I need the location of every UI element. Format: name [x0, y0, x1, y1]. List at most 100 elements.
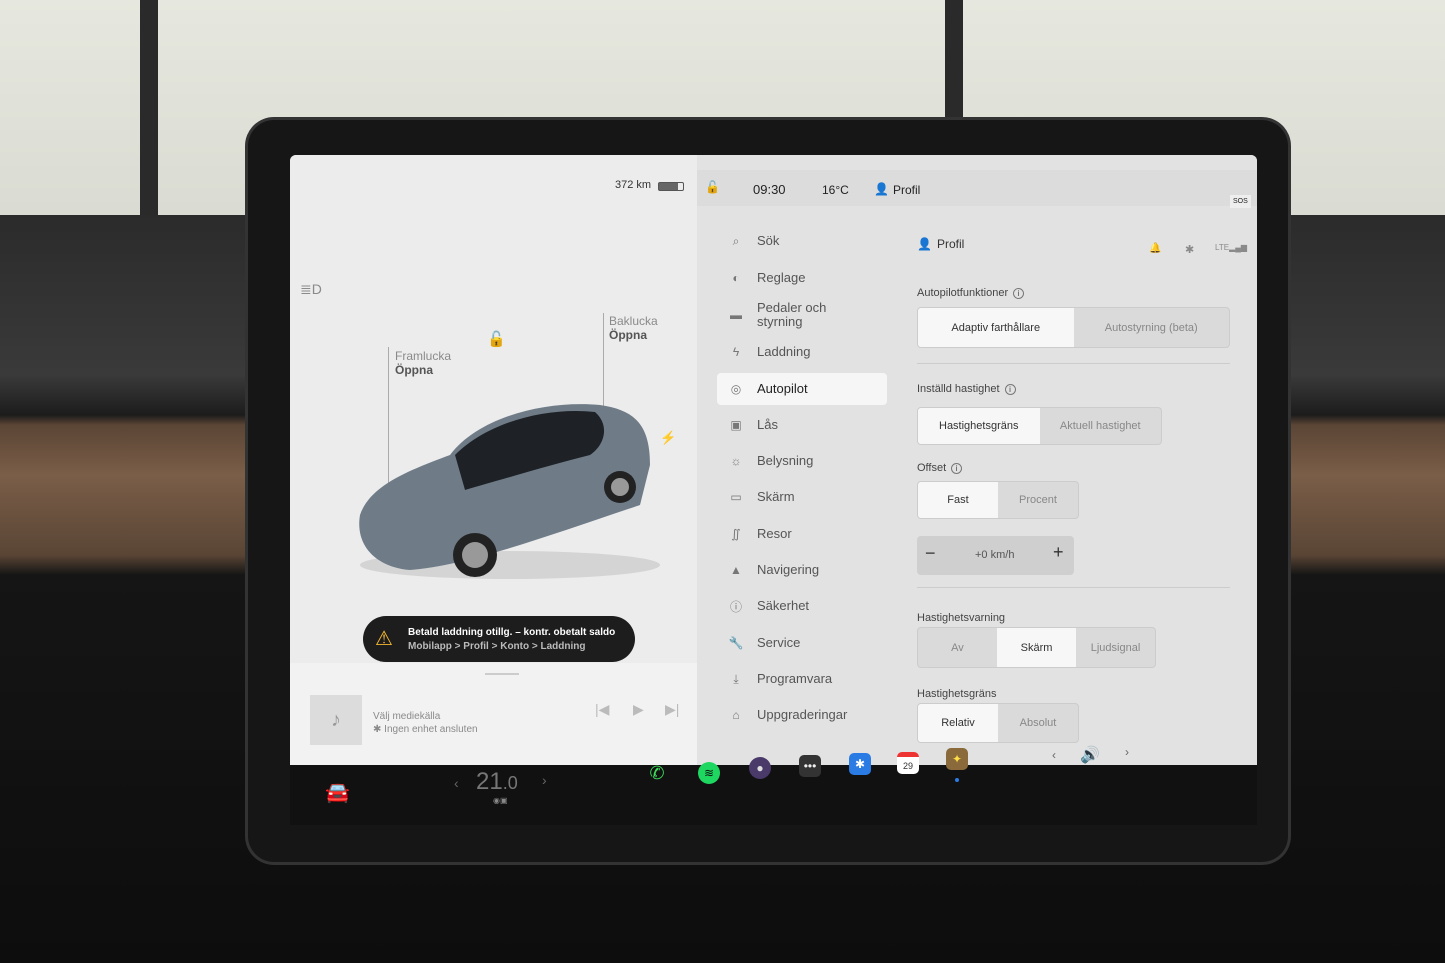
sidebar-item-2[interactable]: ▬ Pedaler och styrning	[717, 295, 887, 335]
autopilot-features-selector: Adaptiv farthållare Autostyrning (beta)	[917, 307, 1230, 348]
sidebar-item-label: Laddning	[757, 344, 811, 359]
car-image	[359, 404, 660, 579]
sidebar-item-label: Programvara	[757, 671, 833, 686]
sidebar-item-6[interactable]: ☼ Belysning	[717, 445, 887, 477]
segment-option[interactable]: Aktuell hastighet	[1040, 408, 1162, 444]
touchscreen: 372 km ≣D Framlucka Öppna Baklucka Öppna…	[290, 155, 1257, 765]
bolt-icon: ϟ	[732, 345, 740, 359]
alert-title: Betald laddning otillg. – kontr. obetalt…	[408, 627, 616, 638]
sidebar-item-5[interactable]: ▣ Lås	[717, 409, 887, 441]
segment-option[interactable]: Autostyrning (beta)	[1074, 308, 1230, 347]
offset-selector: Fast Procent	[917, 481, 1079, 519]
calendar-icon[interactable]: 29	[897, 752, 919, 774]
steering-wheel-icon: ◎	[730, 382, 742, 396]
segment-option[interactable]: Hastighetsgräns	[918, 408, 1040, 444]
segment-option[interactable]: Ljudsignal	[1076, 628, 1155, 667]
temp-integer: 21	[476, 768, 503, 795]
sidebar-item-label: Navigering	[757, 562, 820, 577]
temp-up-button[interactable]: ›	[542, 772, 547, 788]
segment-option[interactable]: Absolut	[998, 704, 1078, 742]
display-icon: ▭	[730, 490, 742, 504]
sidebar-item-1[interactable]: ◐ Reglage	[717, 262, 887, 294]
unlock-icon[interactable]: 🔓	[487, 330, 506, 348]
lock-icon: ▣	[730, 418, 742, 432]
bluetooth-icon[interactable]: ✱	[1185, 243, 1194, 256]
sidebar-item-0[interactable]: ⌕ Sök	[717, 225, 887, 257]
segment-option[interactable]: Skärm	[997, 628, 1076, 667]
segment-option[interactable]: Adaptiv farthållare	[918, 308, 1074, 347]
sidebar-item-3[interactable]: ϟ Laddning	[717, 336, 887, 368]
segment-option[interactable]: Procent	[998, 482, 1078, 518]
sidebar-item-7[interactable]: ▭ Skärm	[717, 481, 887, 513]
temp-down-button[interactable]: ‹	[454, 775, 459, 791]
sidebar-item-10[interactable]: ⓘ Säkerhet	[717, 590, 887, 622]
sidebar-item-label: Skärm	[757, 489, 795, 504]
sidebar-item-label: Uppgraderingar	[757, 707, 848, 722]
alert-banner[interactable]: ⚠ Betald laddning otillg. – kontr. obeta…	[363, 616, 635, 662]
settings-header[interactable]: Profil	[937, 237, 964, 251]
media-player: ♪ Välj mediekälla ✱ Ingen enhet ansluten…	[290, 663, 697, 765]
outside-temp: 16°C	[822, 183, 849, 197]
previous-track-icon[interactable]: |◀	[595, 701, 609, 718]
play-icon[interactable]: ▶	[633, 701, 644, 718]
offset-label: Offset i	[917, 462, 963, 474]
sidebar-item-label: Säkerhet	[757, 598, 810, 613]
sos-button[interactable]: SOS	[1230, 195, 1251, 208]
profile-button[interactable]: Profil	[893, 183, 920, 197]
lte-signal-icon: LTE▂▄▆	[1215, 243, 1248, 252]
segment-option[interactable]: Fast	[918, 482, 998, 518]
search-icon: ⌕	[732, 233, 740, 248]
volume-down-button[interactable]: ‹	[1052, 748, 1056, 762]
info-icon[interactable]: i	[1013, 287, 1025, 299]
bluetooth-app-icon[interactable]: ✱	[849, 753, 871, 775]
segment-option[interactable]: Relativ	[918, 704, 998, 742]
next-track-icon[interactable]: ▶|	[665, 701, 679, 718]
profile-icon[interactable]: 👤	[874, 182, 889, 196]
download-icon: ⤓	[733, 671, 739, 686]
car-controls-icon[interactable]: 🚘	[325, 780, 350, 805]
media-source[interactable]: Välj mediekälla	[373, 711, 440, 722]
drag-handle[interactable]	[485, 673, 519, 675]
toybox-icon[interactable]: ✦	[946, 748, 968, 770]
decrease-button[interactable]: −	[925, 543, 936, 564]
lock-status-icon[interactable]: 🔓	[705, 180, 720, 194]
spotify-icon[interactable]: ≋	[698, 762, 720, 784]
info-icon[interactable]: i	[1004, 383, 1016, 395]
headlight-icon[interactable]: ≣D	[300, 281, 322, 298]
volume-up-button[interactable]: ›	[1125, 745, 1129, 759]
sidebar-item-8[interactable]: ∬ Resor	[717, 518, 887, 550]
sidebar-item-9[interactable]: ▲ Navigering	[717, 554, 887, 586]
music-note-icon[interactable]: ♪	[310, 695, 362, 745]
sidebar-item-4[interactable]: ◎ Autopilot	[717, 373, 887, 405]
cabin-temp[interactable]: 21.0	[476, 768, 518, 796]
charge-port-icon[interactable]: ⚡	[660, 430, 676, 446]
battery-icon	[658, 182, 684, 191]
sidebar-item-label: Service	[757, 635, 801, 650]
volume-icon[interactable]: 🔊	[1080, 745, 1100, 765]
phone-icon[interactable]: ✆	[646, 762, 668, 784]
tent-pole	[140, 0, 158, 230]
divider	[917, 587, 1230, 588]
warning-icon: ⚠	[375, 628, 393, 650]
temp-decimal: .0	[502, 773, 518, 793]
clock: 09:30	[753, 182, 786, 197]
info-icon[interactable]: i	[951, 462, 963, 474]
sidebar-item-12[interactable]: ⤓ Programvara	[717, 663, 887, 695]
increase-button[interactable]: +	[1053, 542, 1064, 563]
more-apps-icon[interactable]: •••	[799, 755, 821, 777]
sidebar-item-13[interactable]: ⌂ Uppgraderingar	[717, 699, 887, 731]
sidebar-item-label: Belysning	[757, 453, 814, 468]
offset-stepper: − +0 km/h +	[917, 536, 1074, 575]
sidebar-item-label: Lås	[757, 417, 778, 432]
sidebar-item-11[interactable]: 🔧 Service	[717, 627, 887, 659]
taskbar	[290, 765, 1257, 825]
sidebar-item-label: Sök	[757, 233, 780, 248]
sun-icon: ☼	[730, 454, 742, 468]
safety-icon: ⓘ	[729, 599, 742, 614]
frunk-open-button[interactable]: Öppna	[395, 363, 433, 377]
seat-heater-icon[interactable]: ◉▣	[493, 796, 508, 805]
bell-icon[interactable]: 🔔	[1149, 243, 1161, 254]
camera-icon[interactable]: ●	[749, 757, 771, 779]
segment-option[interactable]: Av	[918, 628, 997, 667]
trunk-open-button[interactable]: Öppna	[609, 328, 647, 342]
